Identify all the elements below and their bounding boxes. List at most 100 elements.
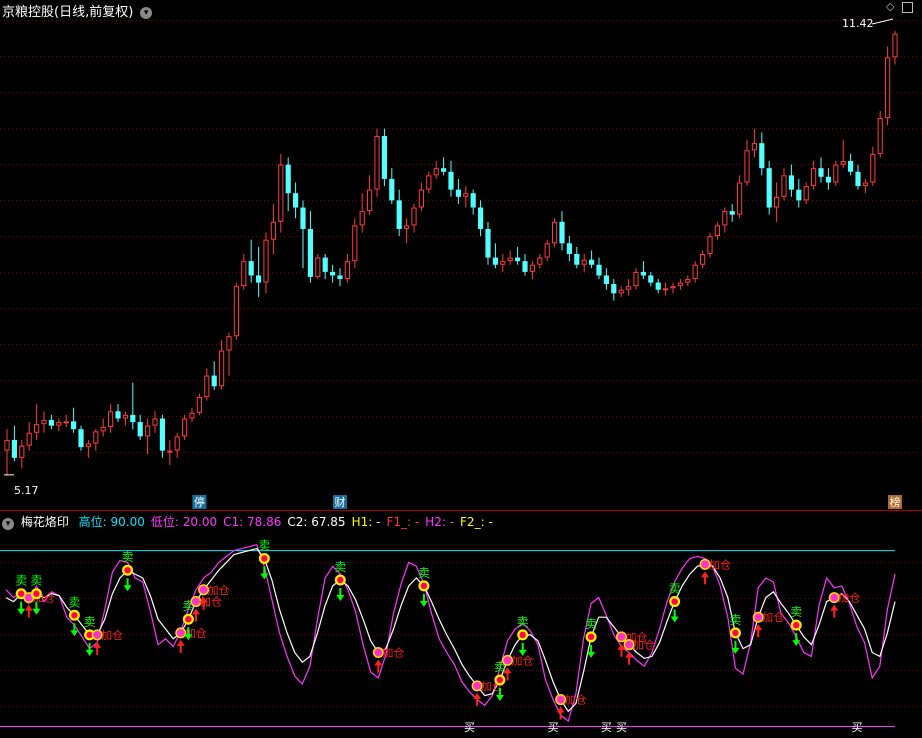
candle	[93, 429, 99, 451]
candle-body	[389, 178, 395, 201]
add-signal: 加仓	[91, 628, 123, 655]
candle	[448, 161, 454, 197]
flower-core	[732, 629, 739, 637]
candle-body	[589, 259, 595, 265]
candle	[552, 218, 558, 247]
ball-core	[199, 585, 208, 594]
indicator-value-item: H1: -	[351, 515, 381, 529]
candle-body	[256, 275, 262, 283]
candle-body	[840, 161, 846, 165]
event-badge: 榜	[888, 495, 902, 509]
candle	[470, 189, 476, 215]
indicator-name[interactable]: 梅花烙印	[21, 515, 69, 529]
candle	[367, 175, 373, 215]
candle-body	[433, 168, 439, 176]
buy-label: 买	[548, 721, 559, 734]
candle-body	[714, 225, 720, 237]
ball-core	[830, 593, 839, 602]
badge-label: 财	[335, 495, 346, 509]
candle	[196, 393, 202, 415]
add-label: 加仓	[762, 610, 784, 624]
candle	[145, 418, 151, 455]
candle	[892, 30, 898, 65]
sell-signal: 卖	[122, 550, 134, 592]
candle-body	[344, 261, 350, 280]
candle-body	[515, 257, 521, 262]
candle	[56, 418, 62, 432]
candle	[626, 279, 632, 296]
candle-body	[596, 264, 602, 276]
candle	[315, 254, 321, 280]
candle-body	[204, 375, 210, 398]
indicator-dropdown-icon[interactable]: ▾	[2, 518, 14, 530]
indicator-value-item: 低位: 20.00	[150, 515, 218, 529]
price-labels: 11.42 5.17	[14, 17, 874, 497]
add-label: 加仓	[838, 591, 860, 605]
candle	[159, 414, 165, 458]
candle-body	[648, 275, 654, 283]
candle	[307, 211, 313, 283]
candle-body	[352, 225, 358, 262]
candle	[263, 232, 269, 294]
candle-body	[241, 261, 247, 287]
candle	[633, 268, 639, 290]
add-label: 加仓	[382, 646, 404, 660]
candle	[85, 439, 91, 458]
badge-label: 停	[194, 495, 205, 509]
candle	[574, 246, 580, 269]
candle	[19, 439, 25, 469]
candle	[404, 218, 410, 244]
candle-body	[500, 261, 506, 265]
candle	[211, 361, 217, 390]
candle-body	[870, 153, 876, 183]
sell-signal: 卖	[258, 538, 270, 580]
candle-body	[100, 427, 106, 432]
sell-signal: 卖	[334, 560, 346, 601]
settings-diamond-icon[interactable]: ◇	[886, 0, 894, 13]
candle	[337, 268, 343, 287]
candle-body	[315, 257, 321, 277]
candle-body	[677, 282, 683, 287]
candle-body	[211, 375, 217, 387]
sell-arrow-head	[587, 651, 596, 658]
candle	[766, 161, 772, 215]
candle-body	[803, 186, 809, 201]
event-badges: 停财榜	[192, 495, 902, 509]
candle-body	[855, 171, 861, 187]
candle	[507, 250, 513, 265]
add-label: 加仓	[565, 693, 587, 707]
candle	[515, 246, 521, 265]
candle	[248, 239, 254, 283]
candle-body	[441, 168, 447, 172]
candle	[522, 254, 528, 276]
add-signal: 加仓	[175, 626, 207, 653]
ball-core	[176, 628, 185, 637]
dropdown-icon[interactable]: ▾	[140, 7, 153, 19]
candle	[707, 232, 713, 258]
candle	[396, 189, 402, 237]
candle-body	[189, 412, 195, 419]
candle-body	[811, 168, 817, 187]
maximize-icon[interactable]	[902, 2, 913, 13]
candle-body	[529, 264, 535, 272]
stock-title[interactable]: 京粮控股(日线,前复权)	[2, 5, 133, 20]
candle-body	[759, 143, 765, 169]
add-label: 加仓	[633, 638, 655, 652]
candle-body	[552, 221, 558, 244]
candle	[330, 264, 336, 283]
candle-body	[108, 411, 114, 428]
candle-body	[374, 136, 380, 190]
ball-core	[701, 560, 710, 569]
candle-body	[300, 207, 306, 229]
candle-body	[4, 439, 10, 451]
indicator-value-item: 高位: 90.00	[78, 515, 145, 529]
candle	[544, 239, 550, 262]
candle-body	[145, 425, 151, 437]
candle	[492, 243, 498, 269]
candle-body	[574, 254, 580, 265]
sell-arrow-head	[123, 585, 132, 592]
sell-arrow-head	[32, 608, 41, 615]
indicator-grid	[0, 550, 922, 727]
candle-body	[411, 207, 417, 226]
candle-body	[174, 436, 180, 451]
